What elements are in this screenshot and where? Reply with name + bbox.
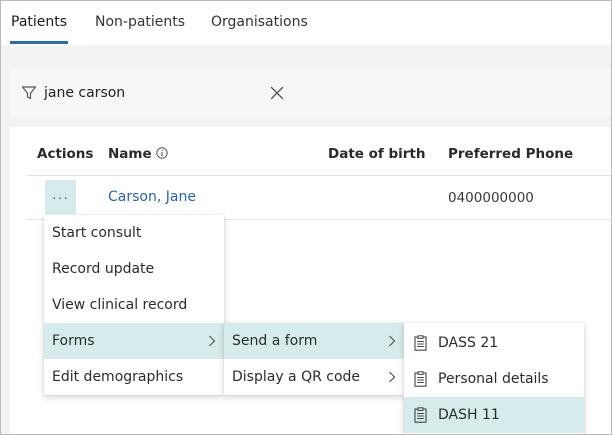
column-header-phone[interactable]: Preferred Phone: [448, 146, 573, 162]
menu-item-label: Edit demographics: [52, 369, 184, 385]
menu-item-label: Send a form: [232, 333, 318, 349]
menu-item-view-clinical-record[interactable]: View clinical record: [44, 287, 224, 323]
menu-item-dash-11[interactable]: DASH 11: [404, 397, 584, 433]
column-header-name-label: Name: [108, 146, 152, 162]
app-window: Patients Non-patients Organisations Acti…: [0, 0, 612, 435]
patient-phone: 0400000000: [448, 190, 534, 206]
menu-item-start-consult[interactable]: Start consult: [44, 215, 224, 251]
menu-item-personal-details[interactable]: Personal details: [404, 361, 584, 397]
forms-submenu: Send a form Display a QR code: [224, 323, 404, 395]
actions-menu: Start consult Record update View clinica…: [44, 215, 224, 395]
menu-item-edit-demographics[interactable]: Edit demographics: [44, 359, 224, 395]
chevron-right-icon: [389, 335, 396, 347]
menu-item-label: DASS 21: [438, 335, 499, 351]
patient-name-link[interactable]: Carson, Jane: [108, 189, 196, 205]
column-header-name[interactable]: Name: [108, 146, 168, 162]
search-input[interactable]: [44, 82, 264, 104]
row-actions-button[interactable]: ···: [45, 180, 76, 214]
clipboard-icon: [414, 407, 427, 423]
send-form-submenu: DASS 21 Personal details DASH 11: [404, 323, 584, 434]
tab-bar: Patients Non-patients Organisations: [1, 1, 611, 45]
chevron-right-icon: [209, 335, 216, 347]
column-header-dob[interactable]: Date of birth: [328, 146, 426, 162]
menu-item-label: DASH 11: [438, 407, 500, 423]
chevron-right-icon: [389, 371, 396, 383]
header-divider: [27, 175, 611, 176]
menu-item-display-qr-code[interactable]: Display a QR code: [224, 359, 404, 395]
tab-organisations[interactable]: Organisations: [211, 13, 308, 31]
clipboard-icon: [414, 371, 427, 387]
filter-bar: [10, 69, 610, 117]
menu-item-label: View clinical record: [52, 297, 188, 313]
menu-item-label: Start consult: [52, 225, 142, 241]
menu-item-send-a-form[interactable]: Send a form: [224, 323, 404, 359]
menu-item-label: Record update: [52, 261, 155, 277]
menu-item-label: Personal details: [438, 371, 549, 387]
active-tab-indicator: [10, 41, 68, 44]
column-header-actions: Actions: [37, 146, 94, 162]
filter-icon: [21, 86, 37, 100]
menu-item-dass-21[interactable]: DASS 21: [404, 325, 584, 361]
menu-item-record-update[interactable]: Record update: [44, 251, 224, 287]
tab-non-patients[interactable]: Non-patients: [95, 13, 185, 31]
info-icon[interactable]: [155, 147, 168, 159]
menu-item-forms[interactable]: Forms: [44, 323, 224, 359]
close-icon[interactable]: [269, 85, 285, 101]
tab-patients[interactable]: Patients: [11, 13, 67, 31]
menu-item-label: Forms: [52, 333, 95, 349]
menu-item-label: Display a QR code: [232, 369, 361, 385]
clipboard-icon: [414, 335, 427, 351]
